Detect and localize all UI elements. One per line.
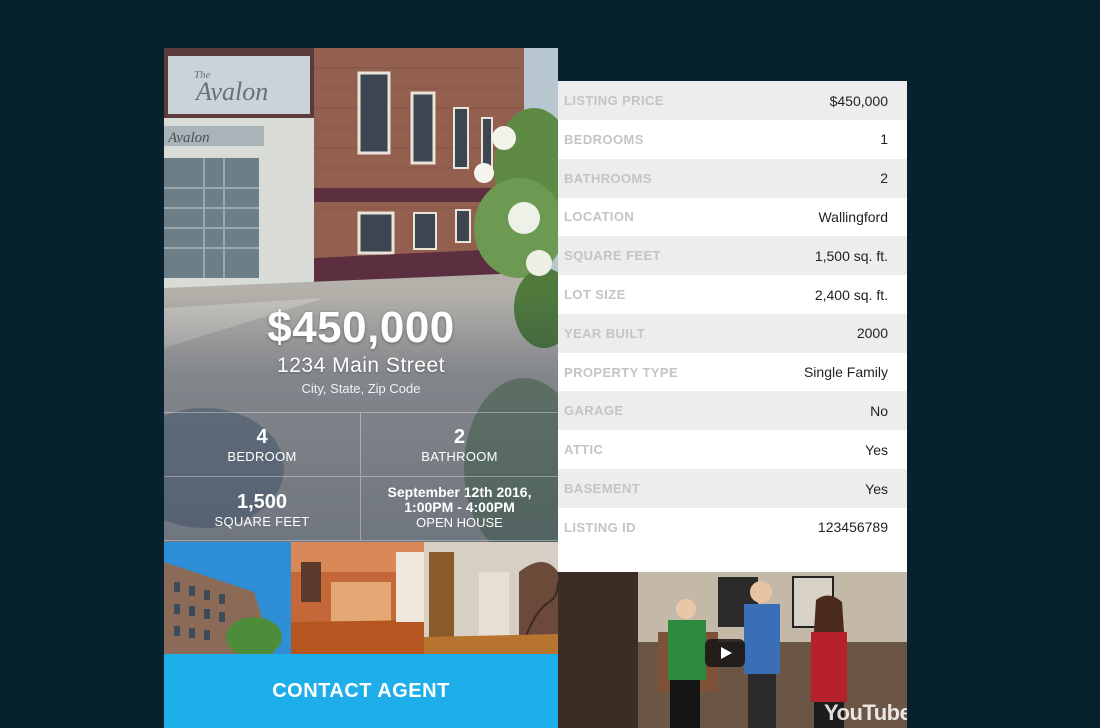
- thumbnail-exterior[interactable]: [164, 542, 291, 654]
- details-row-label: LISTING PRICE: [564, 93, 664, 108]
- details-row-value: No: [870, 402, 888, 419]
- stat-sqft-value: 1,500: [236, 491, 288, 513]
- thumbnail-interior[interactable]: [424, 542, 558, 654]
- details-row-value: Yes: [865, 480, 888, 497]
- details-row-value: Wallingford: [818, 208, 888, 225]
- details-row-label: BATHROOMS: [564, 170, 652, 186]
- details-row: SQUARE FEET 1,500 sq. ft.: [558, 236, 907, 276]
- photo-thumbnails: [164, 542, 558, 654]
- details-row-label: PROPERTY TYPE: [564, 364, 679, 380]
- details-row-value: 123456789: [817, 519, 888, 536]
- details-row-value: 2000: [856, 325, 888, 342]
- details-row: PROPERTY TYPE Single Family: [558, 353, 907, 392]
- stats-grid: 4 BEDROOM 2 BATHROOM 1,500 SQUARE FEET S…: [164, 412, 558, 541]
- details-row-value: $450,000: [829, 92, 888, 109]
- details-row-label: LISTING ID: [564, 519, 636, 535]
- video-player[interactable]: YouTube: [558, 572, 907, 728]
- details-row: LISTING ID 123456789: [558, 508, 907, 547]
- details-row: BEDROOMS 1: [558, 120, 907, 159]
- stat-square-feet: 1,500 SQUARE FEET: [164, 477, 361, 541]
- open-house-time: 1:00PM - 4:00PM: [404, 499, 515, 515]
- stat-open-house: September 12th 2016, 1:00PM - 4:00PM OPE…: [361, 477, 558, 541]
- details-row: BATHROOMS 2: [558, 158, 907, 198]
- details-row-value: 1,500 sq. ft.: [814, 247, 888, 264]
- listing-price: $450,000: [267, 303, 455, 352]
- stat-bathroom-value: 2: [453, 426, 466, 448]
- listing-city-line: City, State, Zip Code: [301, 381, 421, 396]
- listing-card: The Avalon Avalon: [164, 48, 558, 728]
- stat-bedroom-value: 4: [256, 426, 268, 448]
- details-row-value: Yes: [865, 441, 888, 458]
- open-house-label: OPEN HOUSE: [416, 515, 503, 530]
- stat-bedroom: 4 BEDROOM: [164, 413, 361, 477]
- details-row: LISTING PRICE $450,000: [558, 81, 907, 120]
- details-row: LOT SIZE 2,400 sq. ft.: [558, 275, 907, 314]
- details-row: YEAR BUILT 2000: [558, 313, 907, 353]
- details-row-label: BEDROOMS: [564, 131, 644, 147]
- details-row-label: ATTIC: [564, 442, 604, 458]
- details-row: BASEMENT Yes: [558, 469, 907, 508]
- details-row-label: LOCATION: [564, 209, 635, 225]
- details-row-value: 1: [880, 131, 888, 148]
- youtube-logo: YouTube: [824, 700, 907, 725]
- details-row-label: LOT SIZE: [564, 287, 626, 302]
- details-row-value: Single Family: [803, 364, 888, 381]
- details-card: LISTING PRICE $450,000 BEDROOMS 1 BATHROOMS 2…: [558, 81, 907, 728]
- details-row-label: YEAR BUILT: [564, 325, 646, 341]
- contact-agent-button[interactable]: CONTACT AGENT: [164, 654, 558, 728]
- stat-sqft-label: SQUARE FEET: [214, 514, 310, 529]
- details-row: GARAGE No: [558, 391, 907, 431]
- details-row: LOCATION Wallingford: [558, 197, 907, 236]
- details-row-value: 2: [880, 170, 888, 187]
- details-row-label: BASEMENT: [564, 481, 641, 496]
- stat-bathroom: 2 BATHROOM: [361, 413, 558, 477]
- listing-address: 1234 Main Street: [277, 354, 445, 377]
- details-row-label: GARAGE: [564, 403, 624, 419]
- open-house-date: September 12th 2016,: [387, 484, 532, 500]
- hero-photo: The Avalon Avalon: [164, 48, 558, 590]
- details-row-value: 2,400 sq. ft.: [814, 286, 888, 303]
- thumbnail-kitchen[interactable]: [291, 542, 424, 654]
- play-icon[interactable]: [705, 639, 745, 667]
- details-row-label: SQUARE FEET: [564, 248, 661, 264]
- stat-bedroom-label: BEDROOM: [227, 449, 297, 464]
- details-row: ATTIC Yes: [558, 430, 907, 469]
- stat-bathroom-label: BATHROOM: [421, 449, 498, 464]
